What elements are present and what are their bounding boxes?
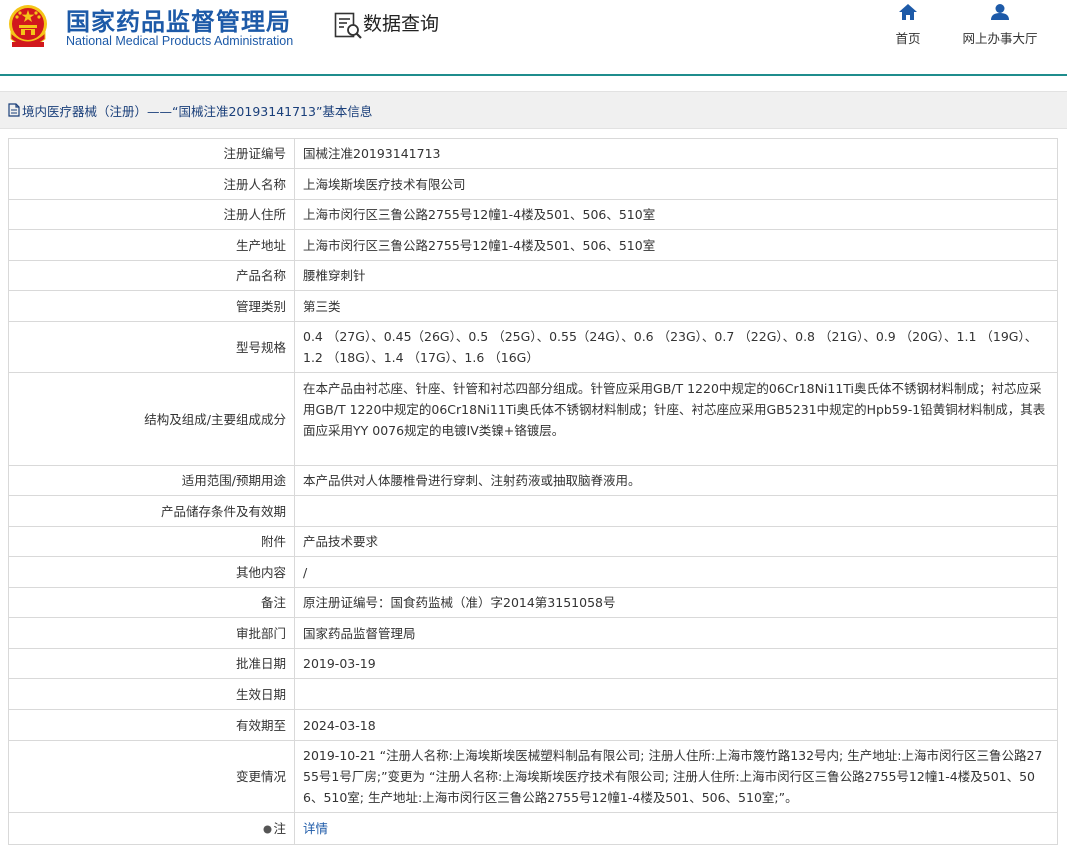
field-label: 批准日期: [8, 648, 295, 679]
table-row: 产品名称 腰椎穿刺针: [8, 260, 1058, 291]
field-value: 第三类: [294, 290, 1058, 322]
national-emblem-icon: [9, 5, 47, 47]
document-icon: [8, 103, 20, 117]
field-label: 注册人住所: [8, 199, 295, 230]
note-label: 注: [273, 821, 286, 836]
nav-home[interactable]: 首页: [888, 4, 928, 47]
details-link[interactable]: 详情: [303, 821, 328, 836]
table-row: 注册人住所 上海市闵行区三鲁公路2755号12幢1-4楼及501、506、510…: [8, 199, 1058, 230]
field-value: [294, 678, 1058, 710]
site-title-cn: 国家药品监督管理局: [66, 8, 291, 36]
nav-hall-label: 网上办事大厅: [962, 31, 1038, 46]
table-row: 产品储存条件及有效期: [8, 495, 1058, 527]
field-label: 注册人名称: [8, 168, 295, 200]
table-row: 变更情况 2019-10-21 “注册人名称:上海埃斯埃医械塑料制品有限公司; …: [8, 740, 1058, 813]
table-row: 备注 原注册证编号：国食药监械（准）字2014第3151058号: [8, 587, 1058, 618]
field-value: 国械注准20193141713: [294, 138, 1058, 169]
nav-online-service-hall[interactable]: 网上办事大厅: [955, 4, 1045, 47]
field-label: 变更情况: [8, 740, 295, 813]
field-value: 产品技术要求: [294, 526, 1058, 557]
note-bullet-icon: [263, 825, 272, 834]
table-row: 型号规格 0.4 （27G）、0.45（26G）、0.5 （25G）、0.55（…: [8, 321, 1058, 373]
header-divider: [0, 74, 1067, 76]
table-row: 其他内容 /: [8, 556, 1058, 588]
field-value: 2019-10-21 “注册人名称:上海埃斯埃医械塑料制品有限公司; 注册人住所…: [294, 740, 1058, 813]
site-header: 国家药品监督管理局 National Medical Products Admi…: [0, 0, 1067, 74]
field-label: 结构及组成/主要组成成分: [8, 372, 295, 466]
site-title-en: National Medical Products Administration: [66, 34, 294, 48]
table-row: 结构及组成/主要组成成分 在本产品由衬芯座、针座、针管和衬芯四部分组成。针管应采…: [8, 372, 1058, 466]
note-label-cell: 注: [8, 812, 295, 845]
field-value: 在本产品由衬芯座、针座、针管和衬芯四部分组成。针管应采用GB/T 1220中规定…: [294, 372, 1058, 466]
section-title: 数据查询: [363, 13, 440, 35]
breadcrumb-text: 境内医疗器械（注册）——“国械注准20193141713”基本信息: [22, 104, 373, 119]
field-label: 备注: [8, 587, 295, 618]
field-value: 本产品供对人体腰椎骨进行穿刺、注射药液或抽取脑脊液用。: [294, 465, 1058, 496]
field-label: 产品储存条件及有效期: [8, 495, 295, 527]
data-query-icon: [334, 12, 362, 39]
field-label: 审批部门: [8, 617, 295, 649]
field-label: 适用范围/预期用途: [8, 465, 295, 496]
field-value: 上海市闵行区三鲁公路2755号12幢1-4楼及501、506、510室: [294, 199, 1058, 230]
field-value: 上海市闵行区三鲁公路2755号12幢1-4楼及501、506、510室: [294, 229, 1058, 261]
field-label: 其他内容: [8, 556, 295, 588]
table-row: 生产地址 上海市闵行区三鲁公路2755号12幢1-4楼及501、506、510室: [8, 229, 1058, 261]
table-row: 审批部门 国家药品监督管理局: [8, 617, 1058, 649]
registration-info-table: 注册证编号 国械注准20193141713 注册人名称 上海埃斯埃医疗技术有限公…: [8, 138, 1058, 845]
table-row: 注册证编号 国械注准20193141713: [8, 138, 1058, 169]
table-row: 生效日期: [8, 678, 1058, 710]
field-value: 0.4 （27G）、0.45（26G）、0.5 （25G）、0.55（24G）、…: [294, 321, 1058, 373]
home-icon: [899, 4, 917, 20]
table-row: 有效期至 2024-03-18: [8, 709, 1058, 741]
field-label: 生效日期: [8, 678, 295, 710]
table-row: 适用范围/预期用途 本产品供对人体腰椎骨进行穿刺、注射药液或抽取脑脊液用。: [8, 465, 1058, 496]
table-row: 附件 产品技术要求: [8, 526, 1058, 557]
table-row: 批准日期 2019-03-19: [8, 648, 1058, 679]
field-label: 附件: [8, 526, 295, 557]
field-value: 上海埃斯埃医疗技术有限公司: [294, 168, 1058, 200]
field-label: 型号规格: [8, 321, 295, 373]
field-value: 2019-03-19: [294, 648, 1058, 679]
field-label: 产品名称: [8, 260, 295, 291]
nav-home-label: 首页: [895, 31, 921, 46]
field-value: [294, 495, 1058, 527]
user-icon: [991, 4, 1009, 20]
table-row: 注册人名称 上海埃斯埃医疗技术有限公司: [8, 168, 1058, 200]
field-label: 注册证编号: [8, 138, 295, 169]
note-value-cell: 详情: [294, 812, 1058, 845]
table-row: 管理类别 第三类: [8, 290, 1058, 322]
field-value: 原注册证编号：国食药监械（准）字2014第3151058号: [294, 587, 1058, 618]
field-value: 国家药品监督管理局: [294, 617, 1058, 649]
breadcrumb: 境内医疗器械（注册）——“国械注准20193141713”基本信息: [0, 91, 1067, 129]
field-label: 生产地址: [8, 229, 295, 261]
field-label: 有效期至: [8, 709, 295, 741]
field-value: /: [294, 556, 1058, 588]
field-value: 2024-03-18: [294, 709, 1058, 741]
field-label: 管理类别: [8, 290, 295, 322]
field-value: 腰椎穿刺针: [294, 260, 1058, 291]
table-row: 注 详情: [8, 812, 1058, 845]
